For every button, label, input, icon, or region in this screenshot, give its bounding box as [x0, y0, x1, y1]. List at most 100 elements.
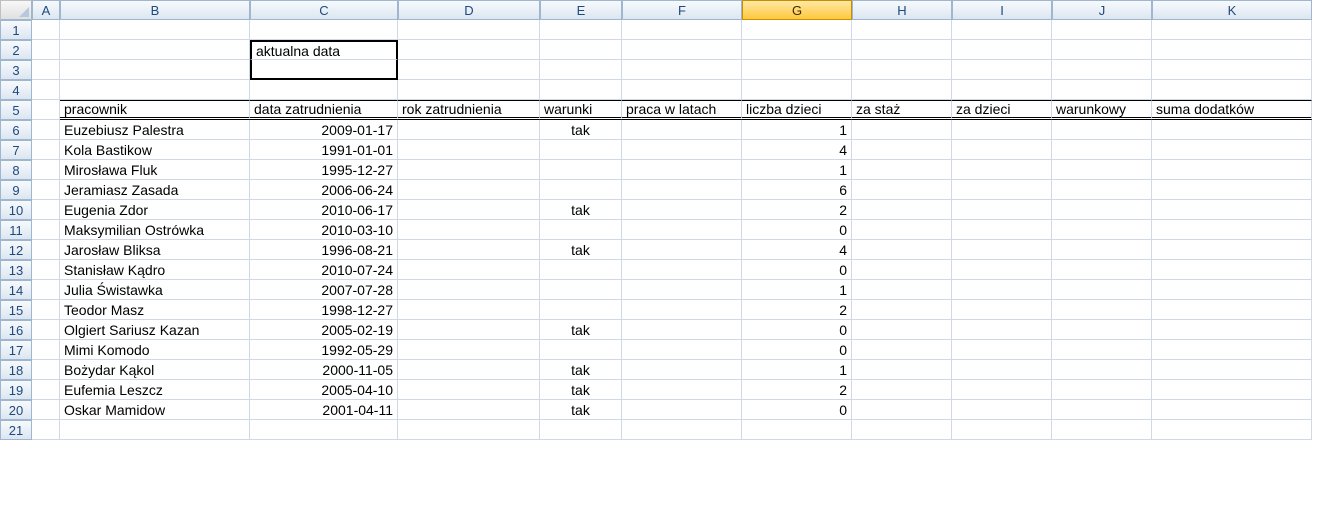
- cell-C14[interactable]: 2007-07-28: [250, 280, 398, 300]
- cell-C18[interactable]: 2000-11-05: [250, 360, 398, 380]
- row-header-19[interactable]: 19: [0, 380, 32, 400]
- cell-B8[interactable]: Mirosława Fluk: [60, 160, 250, 180]
- cell-K12[interactable]: [1152, 240, 1312, 260]
- cell-D8[interactable]: [398, 160, 540, 180]
- cell-H12[interactable]: [852, 240, 952, 260]
- cell-J14[interactable]: [1052, 280, 1152, 300]
- cell-B12[interactable]: Jarosław Bliksa: [60, 240, 250, 260]
- cell-C8[interactable]: 1995-12-27: [250, 160, 398, 180]
- cell-F5[interactable]: praca w latach: [622, 100, 742, 120]
- cell-J15[interactable]: [1052, 300, 1152, 320]
- cell-B18[interactable]: Bożydar Kąkol: [60, 360, 250, 380]
- cell-A17[interactable]: [32, 340, 60, 360]
- cell-F7[interactable]: [622, 140, 742, 160]
- cell-G7[interactable]: 4: [742, 140, 852, 160]
- col-header-K[interactable]: K: [1152, 0, 1312, 20]
- cell-I20[interactable]: [952, 400, 1052, 420]
- cell-G8[interactable]: 1: [742, 160, 852, 180]
- cell-D10[interactable]: [398, 200, 540, 220]
- cell-H17[interactable]: [852, 340, 952, 360]
- cell-B4[interactable]: [60, 80, 250, 100]
- cell-B11[interactable]: Maksymilian Ostrówka: [60, 220, 250, 240]
- col-header-C[interactable]: C: [250, 0, 398, 20]
- cell-A5[interactable]: [32, 100, 60, 120]
- cell-C5[interactable]: data zatrudnienia: [250, 100, 398, 120]
- cell-I17[interactable]: [952, 340, 1052, 360]
- cell-E15[interactable]: [540, 300, 622, 320]
- cell-F12[interactable]: [622, 240, 742, 260]
- cell-A20[interactable]: [32, 400, 60, 420]
- cell-K11[interactable]: [1152, 220, 1312, 240]
- cell-J18[interactable]: [1052, 360, 1152, 380]
- cell-J19[interactable]: [1052, 380, 1152, 400]
- cell-B9[interactable]: Jeramiasz Zasada: [60, 180, 250, 200]
- cell-K10[interactable]: [1152, 200, 1312, 220]
- cell-K17[interactable]: [1152, 340, 1312, 360]
- row-header-9[interactable]: 9: [0, 180, 32, 200]
- row-header-21[interactable]: 21: [0, 420, 32, 440]
- cell-I12[interactable]: [952, 240, 1052, 260]
- cell-J17[interactable]: [1052, 340, 1152, 360]
- cell-G2[interactable]: [742, 40, 852, 60]
- cell-G4[interactable]: [742, 80, 852, 100]
- cell-I2[interactable]: [952, 40, 1052, 60]
- cell-F9[interactable]: [622, 180, 742, 200]
- cell-F8[interactable]: [622, 160, 742, 180]
- cell-C16[interactable]: 2005-02-19: [250, 320, 398, 340]
- cell-G3[interactable]: [742, 60, 852, 80]
- cell-K20[interactable]: [1152, 400, 1312, 420]
- cell-I9[interactable]: [952, 180, 1052, 200]
- cell-E19[interactable]: tak: [540, 380, 622, 400]
- row-header-11[interactable]: 11: [0, 220, 32, 240]
- cell-C4[interactable]: [250, 80, 398, 100]
- row-header-2[interactable]: 2: [0, 40, 32, 60]
- row-header-17[interactable]: 17: [0, 340, 32, 360]
- cell-E16[interactable]: tak: [540, 320, 622, 340]
- cell-C15[interactable]: 1998-12-27: [250, 300, 398, 320]
- cell-K19[interactable]: [1152, 380, 1312, 400]
- cell-E10[interactable]: tak: [540, 200, 622, 220]
- cell-F14[interactable]: [622, 280, 742, 300]
- col-header-D[interactable]: D: [398, 0, 540, 20]
- cell-A2[interactable]: [32, 40, 60, 60]
- cell-H11[interactable]: [852, 220, 952, 240]
- cell-F6[interactable]: [622, 120, 742, 140]
- cell-I1[interactable]: [952, 20, 1052, 40]
- cell-A4[interactable]: [32, 80, 60, 100]
- cell-B5[interactable]: pracownik: [60, 100, 250, 120]
- cell-K5[interactable]: suma dodatków: [1152, 100, 1312, 120]
- cell-A10[interactable]: [32, 200, 60, 220]
- cell-B15[interactable]: Teodor Masz: [60, 300, 250, 320]
- row-header-1[interactable]: 1: [0, 20, 32, 40]
- cell-F13[interactable]: [622, 260, 742, 280]
- cell-E3[interactable]: [540, 60, 622, 80]
- cell-A9[interactable]: [32, 180, 60, 200]
- row-header-12[interactable]: 12: [0, 240, 32, 260]
- cell-H21[interactable]: [852, 420, 952, 440]
- cell-I18[interactable]: [952, 360, 1052, 380]
- row-header-5[interactable]: 5: [0, 100, 32, 120]
- cell-K6[interactable]: [1152, 120, 1312, 140]
- cell-K21[interactable]: [1152, 420, 1312, 440]
- cell-C12[interactable]: 1996-08-21: [250, 240, 398, 260]
- cell-G12[interactable]: 4: [742, 240, 852, 260]
- cell-C7[interactable]: 1991-01-01: [250, 140, 398, 160]
- cell-D20[interactable]: [398, 400, 540, 420]
- cell-A1[interactable]: [32, 20, 60, 40]
- cell-C11[interactable]: 2010-03-10: [250, 220, 398, 240]
- cell-H2[interactable]: [852, 40, 952, 60]
- cell-J12[interactable]: [1052, 240, 1152, 260]
- cell-G14[interactable]: 1: [742, 280, 852, 300]
- cell-J4[interactable]: [1052, 80, 1152, 100]
- col-header-J[interactable]: J: [1052, 0, 1152, 20]
- cell-B10[interactable]: Eugenia Zdor: [60, 200, 250, 220]
- cell-F11[interactable]: [622, 220, 742, 240]
- cell-B16[interactable]: Olgiert Sariusz Kazan: [60, 320, 250, 340]
- row-header-4[interactable]: 4: [0, 80, 32, 100]
- cell-G1[interactable]: [742, 20, 852, 40]
- cell-H9[interactable]: [852, 180, 952, 200]
- cell-E13[interactable]: [540, 260, 622, 280]
- cell-D4[interactable]: [398, 80, 540, 100]
- cell-A11[interactable]: [32, 220, 60, 240]
- cell-H14[interactable]: [852, 280, 952, 300]
